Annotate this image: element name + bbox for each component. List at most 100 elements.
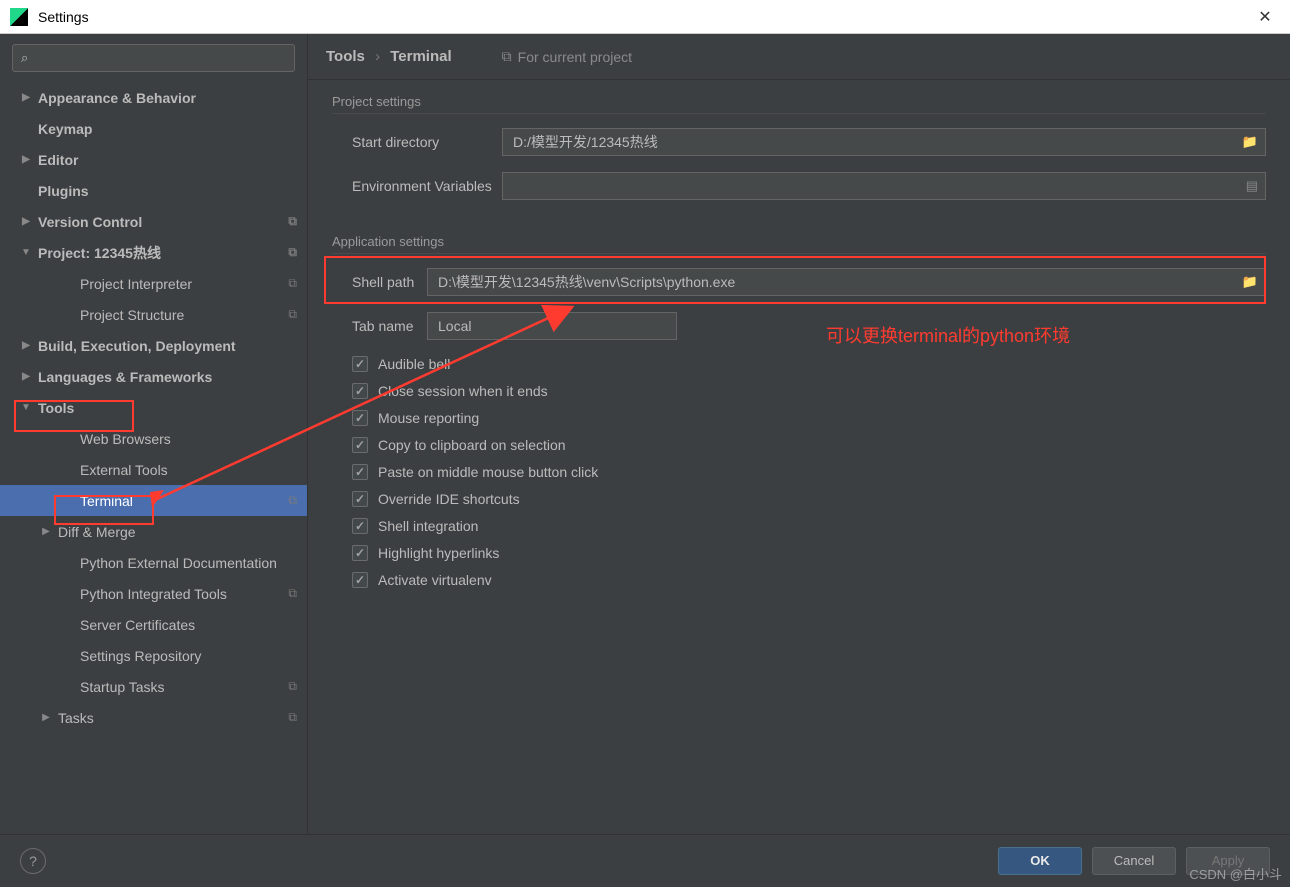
tree-arrow-icon: ▼ xyxy=(20,402,32,413)
start-directory-input[interactable] xyxy=(502,128,1266,156)
sidebar-item-version-control[interactable]: ▶ Version Control ⧉ xyxy=(0,206,307,237)
sidebar-item-label: Diff & Merge xyxy=(58,524,136,540)
checkbox-close-session[interactable]: Close session when it ends xyxy=(332,383,1266,399)
checkmark-icon xyxy=(352,545,368,561)
sidebar-item-label: Appearance & Behavior xyxy=(38,90,196,106)
section-project-settings: Project settings xyxy=(332,94,1266,109)
section-app-settings: Application settings xyxy=(332,234,1266,249)
tree-arrow-icon: ▶ xyxy=(40,526,52,537)
folder-icon[interactable]: 📁 xyxy=(1242,274,1258,290)
shell-path-input[interactable] xyxy=(427,268,1266,296)
sidebar-item-label: Python External Documentation xyxy=(80,555,277,571)
checkmark-icon xyxy=(352,383,368,399)
copy-icon: ⧉ xyxy=(288,586,297,601)
sidebar-item-startup-tasks[interactable]: Startup Tasks⧉ xyxy=(0,671,307,702)
content-header: Tools › Terminal ⧉ For current project xyxy=(308,34,1290,80)
copy-icon: ⧉ xyxy=(288,276,297,291)
sidebar-item-label: Project Interpreter xyxy=(80,276,192,292)
copy-icon: ⧉ xyxy=(288,214,297,229)
sidebar-item-tools[interactable]: ▼ Tools xyxy=(0,392,307,423)
sidebar-item-keymap[interactable]: Keymap xyxy=(0,113,307,144)
sidebar-item-editor[interactable]: ▶ Editor xyxy=(0,144,307,175)
sidebar-item-label: Editor xyxy=(38,152,78,168)
sidebar-item-label: Terminal xyxy=(80,493,133,509)
sidebar-item-label: Tasks xyxy=(58,710,94,726)
sidebar-item-diff-merge[interactable]: ▶ Diff & Merge xyxy=(0,516,307,547)
settings-tree[interactable]: ▶ Appearance & Behavior Keymap ▶ Editor Plugi… xyxy=(0,82,307,834)
sidebar-item-plugins[interactable]: Plugins xyxy=(0,175,307,206)
cancel-button[interactable]: Cancel xyxy=(1092,847,1176,875)
sidebar-item-label: Keymap xyxy=(38,121,92,137)
sidebar-item-build-execution-deployment[interactable]: ▶ Build, Execution, Deployment xyxy=(0,330,307,361)
window-title: Settings xyxy=(38,9,1250,25)
env-vars-label: Environment Variables xyxy=(332,178,502,194)
sidebar-item-settings-repository[interactable]: Settings Repository xyxy=(0,640,307,671)
sidebar-item-python-integrated-tools[interactable]: Python Integrated Tools ⧉ xyxy=(0,578,307,609)
sidebar-item-project-structure[interactable]: Project Structure ⧉ xyxy=(0,299,307,330)
sidebar-item-label: Version Control xyxy=(38,214,142,230)
settings-sidebar: ▶ Appearance & Behavior Keymap ▶ Editor Plugi… xyxy=(0,34,308,834)
sidebar-item-web-browsers[interactable]: Web Browsers xyxy=(0,423,307,454)
breadcrumb: Tools › Terminal xyxy=(326,48,452,65)
sidebar-item-label: Tools xyxy=(38,400,74,416)
copy-icon: ⧉ xyxy=(288,493,297,508)
tree-arrow-icon: ▶ xyxy=(20,340,32,351)
checkbox-override-ide[interactable]: Override IDE shortcuts xyxy=(332,491,1266,507)
tree-arrow-icon: ▶ xyxy=(20,216,32,227)
titlebar: Settings ✕ xyxy=(0,0,1290,34)
sidebar-item-terminal[interactable]: Terminal ⧉ xyxy=(0,485,307,516)
start-directory-label: Start directory xyxy=(332,134,502,150)
sidebar-item-appearance-behavior[interactable]: ▶ Appearance & Behavior xyxy=(0,82,307,113)
sidebar-item-label: Build, Execution, Deployment xyxy=(38,338,236,354)
sidebar-item-label: Project: 12345热线 xyxy=(38,243,161,263)
folder-icon[interactable]: 📁 xyxy=(1242,134,1258,150)
sidebar-item-label: External Tools xyxy=(80,462,168,478)
sidebar-item-label: Project Structure xyxy=(80,307,184,323)
checkbox-highlight-links[interactable]: Highlight hyperlinks xyxy=(332,545,1266,561)
sidebar-item-tasks[interactable]: ▶ Tasks ⧉ xyxy=(0,702,307,733)
tree-arrow-icon: ▶ xyxy=(20,92,32,103)
ok-button[interactable]: OK xyxy=(998,847,1082,875)
tab-name-label: Tab name xyxy=(332,318,427,334)
checkmark-icon xyxy=(352,410,368,426)
sidebar-item-external-tools[interactable]: External Tools xyxy=(0,454,307,485)
checkbox-audible-bell[interactable]: Audible bell xyxy=(332,356,1266,372)
search-input[interactable] xyxy=(12,44,295,72)
sidebar-item-label: Python Integrated Tools xyxy=(80,586,227,602)
checkmark-icon xyxy=(352,491,368,507)
sidebar-item-label: Startup Tasks xyxy=(80,679,165,695)
checkmark-icon xyxy=(352,356,368,372)
sidebar-item-languages-frameworks[interactable]: ▶Languages & Frameworks xyxy=(0,361,307,392)
footer: ? OK Cancel Apply xyxy=(0,834,1290,886)
checkbox-copy-clipboard[interactable]: Copy to clipboard on selection xyxy=(332,437,1266,453)
env-vars-input[interactable] xyxy=(502,172,1266,200)
copy-icon: ⧉ xyxy=(288,710,297,725)
checkmark-icon xyxy=(352,572,368,588)
main-panel: ▶ Appearance & Behavior Keymap ▶ Editor Plugi… xyxy=(0,34,1290,834)
tab-name-input[interactable] xyxy=(427,312,677,340)
tree-arrow-icon: ▶ xyxy=(40,712,52,723)
checkmark-icon xyxy=(352,437,368,453)
checkbox-paste-middle[interactable]: Paste on middle mouse button click xyxy=(332,464,1266,480)
sidebar-item-python-external-documentation[interactable]: Python External Documentation xyxy=(0,547,307,578)
sidebar-item-project-12345-[interactable]: ▼Project: 12345热线⧉ xyxy=(0,237,307,268)
sidebar-item-label: Settings Repository xyxy=(80,648,201,664)
sidebar-item-server-certificates[interactable]: Server Certificates xyxy=(0,609,307,640)
checkbox-shell-integration[interactable]: Shell integration xyxy=(332,518,1266,534)
sidebar-item-label: Server Certificates xyxy=(80,617,195,633)
shell-path-label: Shell path xyxy=(332,274,427,290)
sidebar-item-label: Languages & Frameworks xyxy=(38,369,212,385)
checkbox-mouse-reporting[interactable]: Mouse reporting xyxy=(332,410,1266,426)
help-button[interactable]: ? xyxy=(20,848,46,874)
breadcrumb-leaf: Terminal xyxy=(390,48,451,65)
chevron-right-icon: › xyxy=(375,48,380,65)
copy-icon: ⧉ xyxy=(288,307,297,322)
checkbox-activate-venv[interactable]: Activate virtualenv xyxy=(332,572,1266,588)
checkmark-icon xyxy=(352,464,368,480)
sidebar-item-project-interpreter[interactable]: Project Interpreter ⧉ xyxy=(0,268,307,299)
sidebar-item-label: Web Browsers xyxy=(80,431,171,447)
tree-arrow-icon: ▶ xyxy=(20,154,32,165)
close-icon[interactable]: ✕ xyxy=(1250,7,1280,27)
list-icon[interactable]: ▤ xyxy=(1246,178,1258,194)
copy-icon: ⧉ xyxy=(288,245,297,260)
